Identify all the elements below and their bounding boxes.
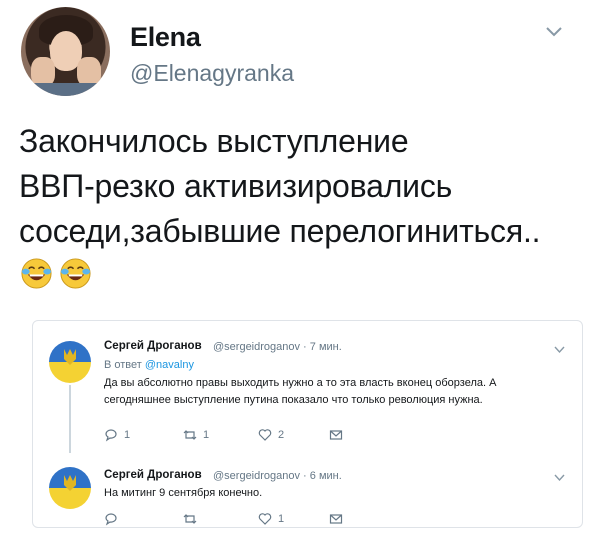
reply-icon (105, 429, 117, 442)
reply-action: 1 (104, 428, 130, 442)
reply-text: Да вы абсолютно правы выходить нужно а т… (104, 375, 496, 409)
reply-text-line: Да вы абсолютно правы выходить нужно а т… (104, 377, 497, 389)
reply-avatar (49, 341, 91, 383)
heart-icon (258, 429, 272, 441)
retweet-action: 1 (183, 428, 209, 442)
tweet-text: Закончилось выступление ВВП-резко активи… (19, 119, 589, 254)
chevron-down-icon[interactable] (545, 26, 563, 38)
reply-to-prefix: В ответ (104, 359, 145, 371)
attached-screenshot[interactable]: Сергей Дроганов @sergeidroganov · 7 мин.… (32, 320, 583, 528)
emoji-row (20, 257, 92, 291)
reply-to-line: В ответ @navalny (104, 359, 194, 371)
dm-action (329, 428, 343, 442)
trident-icon (64, 475, 76, 491)
tears-of-joy-emoji-icon (21, 258, 52, 289)
heart-icon (258, 513, 272, 525)
reply-to-link: @navalny (144, 359, 194, 371)
chevron-down-icon (554, 346, 565, 354)
profile-avatar[interactable] (21, 7, 110, 96)
tears-of-joy-emoji-icon (60, 258, 91, 289)
display-name[interactable]: Elena (130, 22, 201, 53)
reply-icon (105, 513, 117, 526)
dm-action (329, 512, 343, 526)
reply-meta: @sergeidroganov · 7 мин. (213, 341, 342, 353)
envelope-icon (329, 514, 343, 524)
reply-text: На митинг 9 сентября конечно. (104, 485, 262, 502)
reply-meta: @sergeidroganov · 6 мин. (213, 470, 342, 482)
retweet-icon (183, 514, 197, 524)
retweet-count: 1 (203, 429, 210, 441)
retweet-action (183, 512, 203, 526)
reply-avatar (49, 467, 91, 509)
like-action: 1 (258, 512, 284, 526)
reply-text-line: На митинг 9 сентября конечно. (104, 487, 263, 499)
reply-action (104, 512, 124, 526)
reply-author-name: Сергей Дроганов (104, 469, 202, 481)
tweet-text-line: соседи,забывшие перелогиниться.. (19, 213, 541, 249)
reply-author-name: Сергей Дроганов (104, 340, 202, 352)
user-handle[interactable]: @Elenagyranka (130, 60, 294, 87)
thread-connector (69, 385, 71, 453)
reply-text-line: сегодняшнее выступление путина показало … (104, 394, 483, 406)
envelope-icon (329, 430, 343, 440)
like-action: 2 (258, 428, 284, 442)
reply-count: 1 (124, 429, 131, 441)
tweet-text-line: Закончилось выступление (19, 123, 409, 159)
tweet-text-line: ВВП-резко активизировались (19, 168, 453, 204)
chevron-down-icon (554, 474, 565, 482)
like-count: 2 (278, 429, 285, 441)
retweet-icon (183, 430, 197, 440)
trident-icon (64, 349, 76, 365)
like-count: 1 (278, 513, 285, 525)
